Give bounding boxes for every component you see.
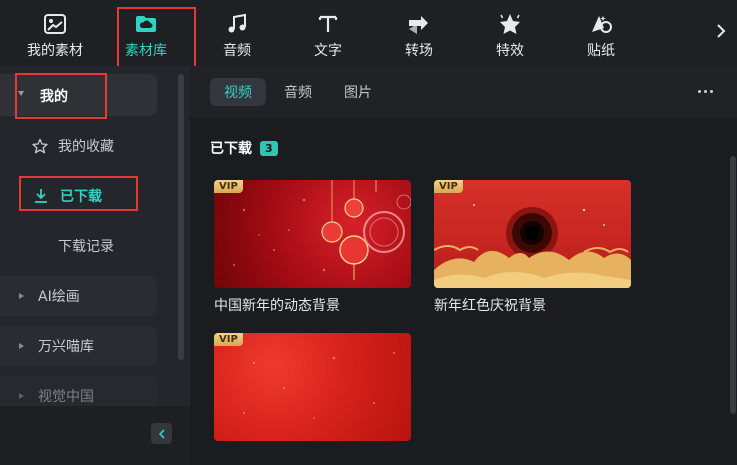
tool-material-library[interactable]: 素材库	[106, 0, 186, 66]
tab-image[interactable]: 图片	[330, 78, 386, 106]
main-panel: 视频 音频 图片 已下载 3 VIP 中国新年的动态背景 VIP 新年红色庆祝背…	[190, 66, 737, 465]
tool-label: 转场	[405, 43, 433, 59]
media-card[interactable]: VIP	[214, 333, 411, 448]
sidebar-item-label: 下载记录	[58, 239, 114, 255]
media-type-tabs: 视频 音频 图片	[190, 66, 737, 118]
text-t-icon	[315, 11, 341, 37]
caret-right-icon	[19, 293, 24, 299]
tool-label: 文字	[314, 43, 342, 59]
sidebar-group-ai-painting[interactable]: AI绘画	[0, 276, 157, 316]
tool-label: 我的素材	[27, 43, 83, 59]
caret-right-icon	[19, 343, 24, 349]
card-title: 新年红色庆祝背景	[434, 298, 546, 314]
tool-label: 素材库	[125, 43, 167, 59]
media-card[interactable]: VIP 新年红色庆祝背景	[434, 180, 631, 315]
tool-label: 特效	[496, 43, 524, 59]
tool-audio[interactable]: 音频	[197, 0, 277, 66]
tool-transition[interactable]: 转场	[379, 0, 459, 66]
section-title-label: 已下载	[210, 141, 252, 157]
cloud-folder-icon	[133, 11, 159, 37]
tool-stickers[interactable]: 贴纸	[561, 0, 641, 66]
video-thumbnail[interactable]: VIP	[214, 180, 411, 288]
vip-badge: VIP	[214, 333, 243, 346]
tool-text[interactable]: 文字	[288, 0, 368, 66]
vip-badge: VIP	[434, 180, 463, 193]
music-note-icon	[224, 11, 250, 37]
chevron-right-icon[interactable]	[713, 18, 729, 44]
sidebar-group-label: 视觉中国	[38, 389, 94, 405]
sidebar-item-label: 已下载	[60, 189, 102, 205]
tab-video[interactable]: 视频	[210, 78, 266, 106]
sticker-icon	[588, 11, 614, 37]
sidebar-item-label: 我的收藏	[58, 139, 114, 155]
count-badge: 3	[260, 140, 278, 156]
video-thumbnail[interactable]: VIP	[434, 180, 631, 288]
sidebar-group-wondershare-library[interactable]: 万兴喵库	[0, 326, 157, 366]
sidebar-group-label: AI绘画	[38, 289, 80, 305]
download-icon	[34, 188, 48, 204]
star-icon	[32, 138, 48, 154]
vip-badge: VIP	[214, 180, 243, 193]
caret-right-icon	[19, 393, 24, 399]
sidebar-header-label: 我的	[40, 89, 68, 105]
main-scrollbar[interactable]	[730, 156, 736, 414]
tab-audio[interactable]: 音频	[270, 78, 326, 106]
sparkle-star-icon	[497, 11, 523, 37]
top-toolbar: 我的素材 素材库 音频 文字 转场 特效 贴纸	[0, 0, 737, 66]
collapse-sidebar-button[interactable]	[151, 423, 172, 444]
caret-down-icon	[18, 91, 24, 96]
sidebar-item-downloaded[interactable]: 已下载	[34, 186, 102, 206]
sidebar-header-mine[interactable]	[0, 74, 157, 116]
more-options-icon[interactable]	[698, 90, 713, 93]
tool-my-media[interactable]: 我的素材	[15, 0, 95, 66]
tool-effects[interactable]: 特效	[470, 0, 550, 66]
media-card[interactable]: VIP 中国新年的动态背景	[214, 180, 411, 315]
tool-label: 音频	[223, 43, 251, 59]
sidebar-item-favorites[interactable]: 我的收藏	[32, 136, 114, 156]
tool-label: 贴纸	[587, 43, 615, 59]
card-title: 中国新年的动态背景	[214, 298, 340, 314]
sidebar: 我的 我的收藏 已下载 下载记录 AI绘画 万兴喵库 视觉中国	[0, 66, 190, 465]
chevron-left-icon	[158, 428, 165, 439]
sidebar-scrollbar[interactable]	[178, 74, 184, 360]
section-title: 已下载 3	[210, 138, 278, 158]
sidebar-group-label: 万兴喵库	[38, 339, 94, 355]
media-library-icon	[42, 11, 68, 37]
sidebar-item-history[interactable]: 下载记录	[58, 236, 114, 256]
transition-arrows-icon	[406, 11, 432, 37]
video-thumbnail[interactable]: VIP	[214, 333, 411, 441]
